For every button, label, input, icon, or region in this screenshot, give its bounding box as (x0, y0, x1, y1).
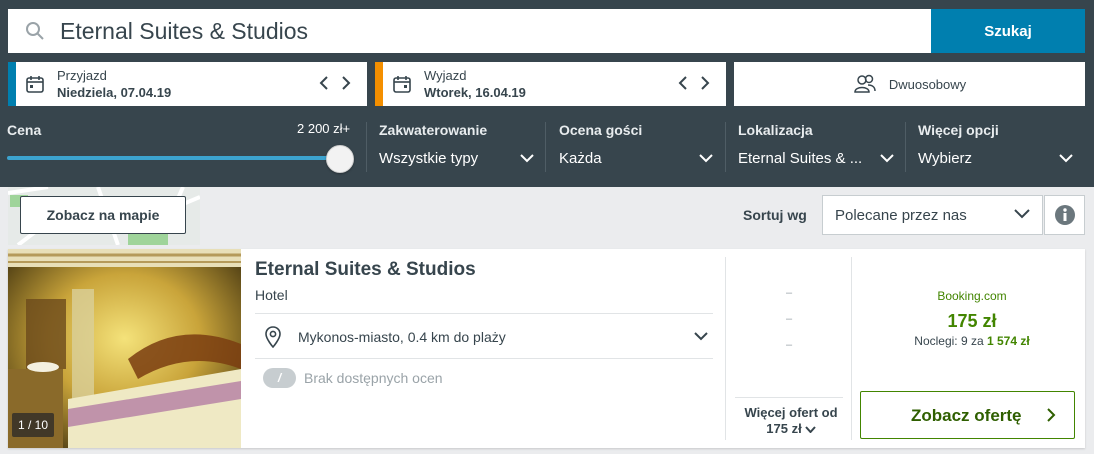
checkout-accent (375, 62, 383, 106)
nights-prefix: Noclegi: 9 za (914, 334, 984, 348)
provider-name: Booking.com (937, 289, 1007, 303)
search-header: Eternal Suites & Studios Szukaj Przyjazd… (0, 0, 1094, 187)
offer-price: 175 zł (947, 311, 997, 331)
more-options-filter-label: Więcej opcji (918, 122, 999, 138)
more-options-filter-value: Wybierz (918, 150, 973, 167)
info-icon (1054, 205, 1075, 225)
chevron-down-icon (699, 154, 713, 163)
location-filter[interactable]: Lokalizacja Eternal Suites & ... (738, 122, 894, 174)
guest-rating-filter[interactable]: Ocena gości Każda (559, 122, 714, 174)
offer-placeholder: – (786, 287, 793, 299)
chevron-right-icon (701, 76, 710, 90)
filter-divider (366, 122, 367, 172)
more-offers-label: Więcej ofert od (744, 405, 838, 420)
nights-total: Noclegi: 9 za 1 574 zł (860, 334, 1084, 348)
checkin-accent (8, 62, 16, 106)
divider (255, 313, 713, 314)
prev-date-button[interactable] (677, 74, 689, 92)
hotel-card: 1 / 10 Eternal Suites & Studios Hotel My… (8, 249, 1085, 448)
filter-divider (725, 122, 726, 172)
hotel-name[interactable]: Eternal Suites & Studios (255, 259, 476, 281)
prev-date-button[interactable] (318, 74, 330, 92)
more-options-filter[interactable]: Więcej opcji Wybierz (918, 122, 1078, 174)
divider (725, 257, 726, 440)
chevron-down-icon (694, 332, 708, 341)
checkin-date-field[interactable]: Przyjazd Niedziela, 07.04.19 (8, 62, 367, 106)
search-icon (26, 22, 44, 40)
accommodation-filter-value: Wszystkie typy (379, 150, 479, 167)
next-date-button[interactable] (340, 74, 352, 92)
view-offer-label: Zobacz ofertę (911, 406, 1022, 425)
hotel-type: Hotel (255, 287, 288, 303)
guest-rating-filter-value: Każda (559, 150, 602, 167)
guest-rating-filter-label: Ocena gości (559, 122, 643, 138)
more-offers-link[interactable]: Więcej ofert od 175 zł (735, 405, 847, 437)
view-on-map-button[interactable]: Zobacz na mapie (20, 196, 186, 234)
filter-divider (905, 122, 906, 172)
guests-icon (854, 74, 876, 93)
offer-placeholder: – (786, 313, 793, 325)
price-slider-track[interactable] (7, 156, 339, 160)
divider (255, 358, 713, 359)
location-row[interactable]: Mykonos-miasto, 0.4 km do plaży (263, 324, 713, 350)
rating-badge: / (263, 368, 296, 388)
sort-select-value: Polecane przez nas (835, 207, 967, 224)
chevron-down-icon (1014, 209, 1030, 219)
accommodation-filter[interactable]: Zakwaterowanie Wszystkie typy (379, 122, 534, 174)
checkout-value: Wtorek, 16.04.19 (424, 85, 526, 100)
accommodation-filter-label: Zakwaterowanie (379, 122, 488, 138)
chevron-down-icon (520, 154, 534, 163)
chevron-down-icon (804, 425, 816, 433)
checkin-value: Niedziela, 07.04.19 (57, 85, 172, 100)
hotel-location: Mykonos-miasto, 0.4 km do plaży (298, 329, 506, 345)
search-query: Eternal Suites & Studios (60, 18, 309, 44)
calendar-icon (393, 76, 411, 93)
divider (851, 257, 852, 440)
view-offer-button[interactable]: Zobacz ofertę (860, 391, 1075, 439)
calendar-icon (26, 76, 44, 93)
price-filter-label: Cena (7, 122, 42, 138)
price-filter: Cena (7, 122, 41, 138)
rating-text: Brak dostępnych ocen (304, 370, 443, 386)
sort-select[interactable]: Polecane przez nas (822, 195, 1043, 235)
chevron-right-icon (1047, 408, 1056, 422)
chevron-left-icon (678, 76, 687, 90)
location-filter-value: Eternal Suites & ... (738, 150, 863, 167)
more-offers-price: 175 zł (766, 421, 802, 436)
room-type-selector[interactable]: Dwuosobowy (734, 62, 1085, 106)
sort-info-button[interactable] (1044, 195, 1085, 235)
filter-divider (545, 122, 546, 172)
chevron-down-icon (1059, 154, 1073, 163)
room-type-label: Dwuosobowy (888, 76, 967, 92)
location-filter-label: Lokalizacja (738, 122, 813, 138)
nights-total-price: 1 574 zł (987, 334, 1030, 348)
location-pin-icon (265, 326, 281, 348)
chevron-left-icon (319, 76, 328, 90)
divider (735, 397, 843, 398)
chevron-right-icon (342, 76, 351, 90)
price-slider-handle[interactable] (326, 145, 354, 173)
offer-placeholder: – (786, 339, 793, 351)
search-button[interactable]: Szukaj (931, 9, 1085, 53)
price-filter-value: 2 200 zł+ (297, 121, 351, 136)
chevron-down-icon (880, 154, 894, 163)
hotel-image[interactable]: 1 / 10 (8, 249, 241, 448)
next-date-button[interactable] (699, 74, 711, 92)
search-input[interactable]: Eternal Suites & Studios (8, 9, 931, 53)
image-counter: 1 / 10 (12, 413, 55, 437)
checkin-label: Przyjazd (57, 68, 107, 83)
checkout-label: Wyjazd (424, 68, 467, 83)
checkout-date-field[interactable]: Wyjazd Wtorek, 16.04.19 (375, 62, 726, 106)
sort-label: Sortuj wg (743, 207, 807, 223)
